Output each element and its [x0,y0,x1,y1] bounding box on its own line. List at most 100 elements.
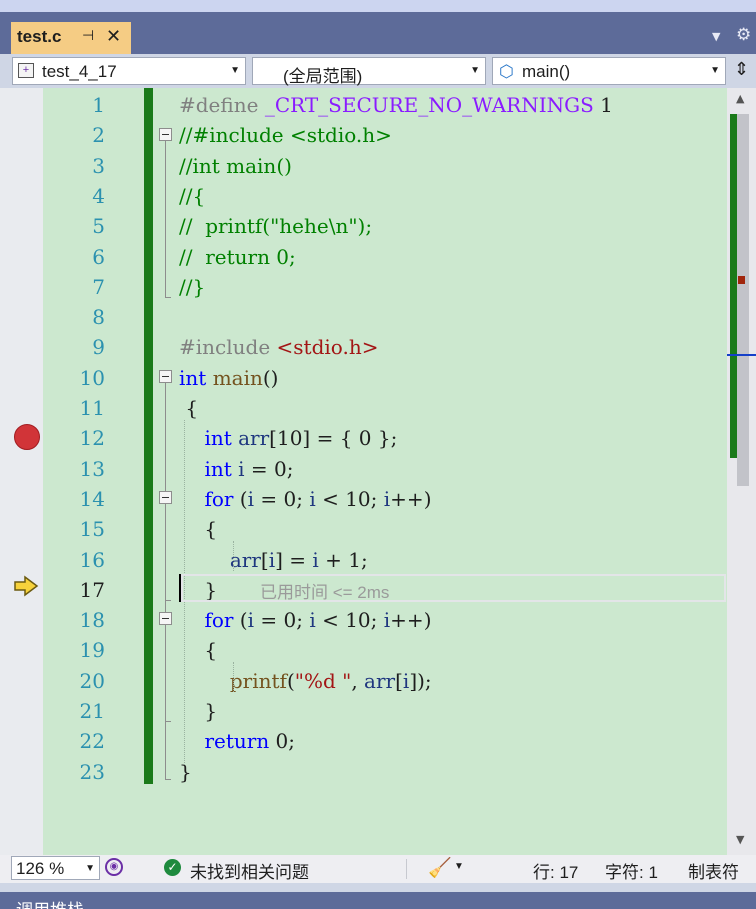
code-line[interactable]: // return 0; [179,242,296,272]
line-number: 4 [92,183,105,208]
code-line[interactable]: int main() [179,363,278,393]
code-token: [ [395,668,403,693]
code-token: "%d " [294,668,352,693]
code-token: = 0; [254,608,310,633]
code-line[interactable]: int i = 0; [179,454,293,484]
line-number: 23 [79,759,105,784]
tab-test-c[interactable]: test.c ⊣ ✕ [11,22,131,54]
pin-icon[interactable]: ⊣ [82,28,94,44]
gear-icon[interactable]: ⚙ [736,25,751,45]
chevron-down-icon[interactable]: ▼ [454,861,464,872]
line-number: 15 [79,517,105,542]
code-line[interactable]: //{ [179,181,205,211]
code-line[interactable]: //} [179,272,205,302]
code-line[interactable]: int arr[10] = { 0 }; [179,423,397,453]
vertical-scrollbar[interactable]: ▲ ▼ [727,88,756,855]
fold-end-tick [165,600,171,601]
glyph-margin[interactable] [0,88,43,855]
navigation-bar: + test_4_17 ▼ (全局范围) ▼ ⬡ main() ▼ ⇕ [0,54,756,88]
scroll-down-icon[interactable]: ▼ [736,833,744,846]
member-dropdown[interactable]: ⬡ main() ▼ [492,57,726,85]
chevron-down-icon: ▼ [470,65,480,76]
code-token: // printf("hehe\n"); [179,214,373,239]
zoom-dropdown[interactable]: 126 % ▼ [11,856,100,880]
code-line[interactable]: #include <stdio.h> [179,332,378,362]
code-line[interactable]: #define _CRT_SECURE_NO_WARNINGS 1 [179,90,613,120]
code-line[interactable]: // printf("hehe\n"); [179,211,372,241]
code-line[interactable]: { [179,393,198,423]
split-window-icon[interactable]: ⇕ [734,59,749,80]
code-cleanup-broom-icon[interactable]: 🧹 [428,856,452,880]
check-circle-icon: ✓ [164,859,181,876]
breakpoint-icon[interactable] [14,424,40,450]
code-token: + 1; [318,547,368,572]
fold-toggle-line-18[interactable] [159,612,172,625]
code-line[interactable]: //int main() [179,151,292,181]
code-token: [10] = { 0 }; [269,426,398,451]
code-line[interactable]: printf("%d ", arr[i]); [179,666,432,696]
fold-toggle-line-10[interactable] [159,370,172,383]
issues-status[interactable]: 未找到相关问题 [190,858,309,883]
fold-end-tick [165,721,171,722]
line-number: 9 [92,335,105,360]
code-token: int [204,456,232,481]
chevron-down-icon: ▼ [230,65,240,76]
code-token: ( [233,486,248,511]
fold-toggle-line-2[interactable] [159,128,172,141]
line-number: 21 [79,699,105,723]
scrollbar-breakpoint-marker [738,276,745,284]
code-line[interactable]: arr[i] = i + 1; [179,545,368,575]
code-token: _CRT_SECURE_NO_WARNINGS [264,93,594,117]
line-number: 18 [79,608,105,633]
scroll-up-icon[interactable]: ▲ [736,92,744,105]
indent-mode[interactable]: 制表符 [688,858,739,883]
tab-list-dropdown-icon[interactable]: ▼ [712,30,720,43]
chevron-down-icon: ▼ [710,65,720,76]
intellicode-icon[interactable]: ◉ [105,858,123,876]
perf-tip: 已用时间 <= 2ms [260,583,390,602]
code-token: // return 0; [179,244,296,269]
call-stack-panel[interactable]: 调用堆栈 [11,892,756,909]
code-line[interactable]: //#include <stdio.h> [179,120,392,150]
project-icon: + [18,63,34,78]
code-line[interactable]: return 0; [179,726,295,756]
indent-guide [233,541,234,571]
scrollbar-thumb[interactable] [737,114,749,486]
instruction-pointer-arrow-icon [14,575,39,597]
indent-guide [233,662,234,692]
code-token: = 0; [244,456,294,481]
column-indicator[interactable]: 字符: 1 [605,858,658,883]
code-token: arr [364,668,396,693]
line-number: 13 [79,456,105,481]
code-token: for [204,486,234,511]
code-token: , [351,668,365,693]
code-token: return [204,729,270,754]
line-number: 1 [92,93,105,117]
code-token: ( [233,608,248,633]
code-line[interactable]: for (i = 0; i < 10; i++) [179,605,431,635]
project-dropdown[interactable]: + test_4_17 ▼ [12,57,246,85]
line-number: 12 [79,426,105,451]
code-token: ]); [409,668,432,693]
fold-toggle-line-14[interactable] [159,491,172,504]
fold-end-tick [165,779,171,780]
line-number: 11 [79,396,105,420]
line-number: 10 [79,365,105,390]
code-token: ( [286,668,295,693]
code-token: arr [229,547,261,572]
code-line[interactable]: for (i = 0; i < 10; i++) [179,484,431,514]
scope-dropdown[interactable]: (全局范围) ▼ [252,57,486,86]
code-token: ] = [275,547,313,572]
code-token: < 10; [315,608,384,633]
code-token: <stdio.h> [276,335,379,360]
code-token: //} [179,274,206,299]
scope-name: (全局范围) [283,67,363,86]
code-token: int [204,426,232,451]
code-line[interactable]: } [179,757,192,787]
line-indicator[interactable]: 行: 17 [533,858,578,883]
close-icon[interactable]: ✕ [106,26,121,47]
